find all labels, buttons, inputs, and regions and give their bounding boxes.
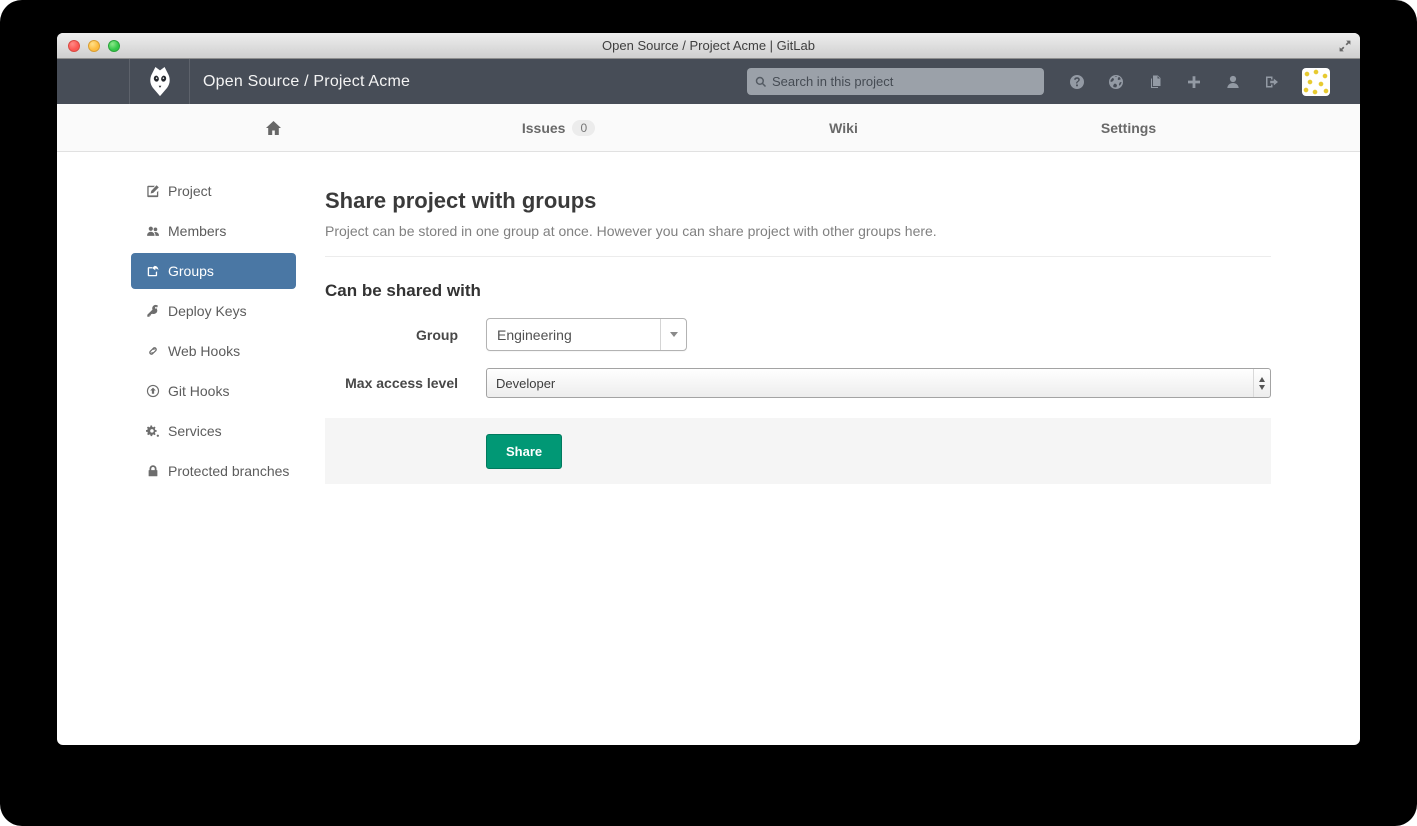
page-description: Project can be stored in one group at on… [325,223,1271,239]
header-project-title[interactable]: Open Source / Project Acme [190,59,410,104]
sidebar-label: Members [168,223,226,239]
window-title: Open Source / Project Acme | GitLab [57,33,1360,59]
issues-count-badge: 0 [572,120,595,136]
help-icon[interactable] [1068,73,1085,90]
nav-item-settings[interactable]: Settings [986,104,1271,151]
search-input[interactable]: Search in this project [747,68,1044,95]
project-nav: Issues 0 Wiki Settings [57,104,1360,152]
header-left-spacer [57,59,130,104]
sidebar-item-git-hooks[interactable]: Git Hooks [131,373,296,409]
user-avatar[interactable] [1302,68,1330,96]
home-icon [265,120,282,136]
group-select-value: Engineering [487,327,660,343]
logout-icon[interactable] [1263,73,1280,90]
share-square-icon [146,264,160,278]
content-area: Project Members Groups Deploy Keys Web H… [131,152,1271,493]
nav-label: Wiki [829,120,858,136]
sidebar-item-project[interactable]: Project [131,173,296,209]
group-form-row: Group Engineering [325,318,1271,351]
header-icon-group [1068,59,1280,104]
sidebar-label: Web Hooks [168,343,240,359]
gears-icon [146,424,160,438]
sidebar-label: Groups [168,263,214,279]
group-label: Group [325,327,458,343]
nav-item-home[interactable] [131,104,416,151]
group-select[interactable]: Engineering [486,318,687,351]
max-access-form-row: Max access level Developer [325,368,1271,398]
plus-icon[interactable] [1185,73,1202,90]
nav-item-issues[interactable]: Issues 0 [416,104,701,151]
mac-window: Open Source / Project Acme | GitLab Open… [57,33,1360,745]
window-titlebar[interactable]: Open Source / Project Acme | GitLab [57,33,1360,59]
sidebar-label: Project [168,183,212,199]
max-access-label: Max access level [325,375,458,391]
globe-icon[interactable] [1107,73,1124,90]
arrow-up-circle-icon [146,384,160,398]
gitlab-logo[interactable] [130,59,190,104]
sidebar-item-protected-branches[interactable]: Protected branches [131,453,296,489]
chevron-down-icon [660,319,686,350]
pencil-square-icon [146,184,160,198]
search-placeholder: Search in this project [772,74,893,89]
search-icon [755,76,767,88]
max-access-select[interactable]: Developer [486,368,1271,398]
sidebar-item-members[interactable]: Members [131,213,296,249]
users-icon [146,224,160,238]
sidebar-item-deploy-keys[interactable]: Deploy Keys [131,293,296,329]
key-icon [146,304,160,318]
divider [325,256,1271,257]
desktop-background: Open Source / Project Acme | GitLab Open… [0,0,1417,826]
max-access-select-value: Developer [487,376,1253,391]
sidebar-label: Deploy Keys [168,303,247,319]
section-title: Can be shared with [325,281,1271,301]
sidebar-item-groups[interactable]: Groups [131,253,296,289]
sidebar-item-services[interactable]: Services [131,413,296,449]
nav-label: Settings [1101,120,1156,136]
sidebar-label: Git Hooks [168,383,229,399]
settings-sidebar: Project Members Groups Deploy Keys Web H… [131,152,296,493]
form-actions: Share [325,418,1271,484]
sidebar-label: Protected branches [168,463,289,479]
sidebar-label: Services [168,423,222,439]
nav-item-wiki[interactable]: Wiki [701,104,986,151]
lock-icon [146,464,160,478]
share-button[interactable]: Share [486,434,562,469]
user-icon[interactable] [1224,73,1241,90]
app-header: Open Source / Project Acme Search in thi… [57,59,1360,104]
main-panel: Share project with groups Project can be… [325,152,1271,493]
sidebar-item-web-hooks[interactable]: Web Hooks [131,333,296,369]
fullscreen-resize-icon[interactable] [1337,38,1353,54]
select-stepper-icon [1253,369,1270,397]
nav-label: Issues [522,120,566,136]
files-icon[interactable] [1146,73,1163,90]
link-icon [146,344,160,358]
page-title: Share project with groups [325,188,1271,214]
